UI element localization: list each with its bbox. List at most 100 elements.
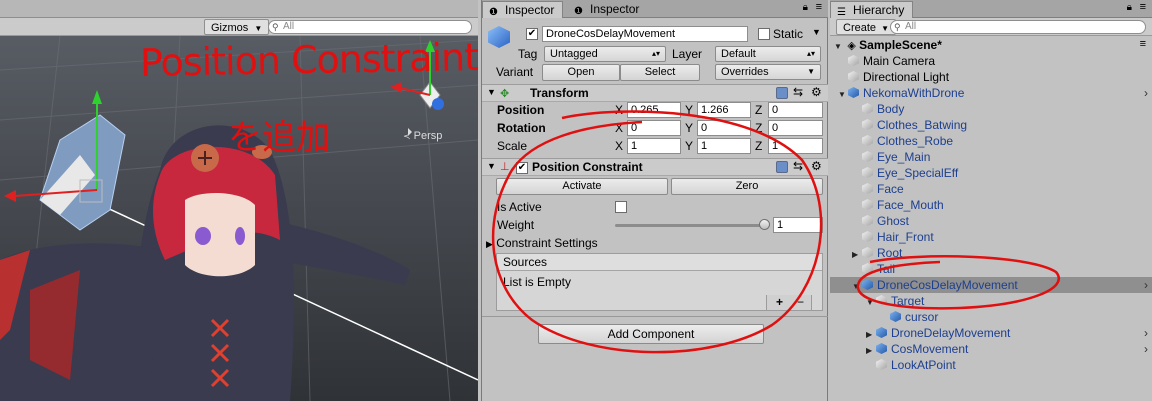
- scene-name: SampleScene*: [859, 38, 942, 52]
- constraint-settings-foldout[interactable]: ▶ Constraint Settings: [486, 235, 598, 252]
- transform-scale-z[interactable]: 1: [768, 138, 823, 154]
- overrides-dropdown[interactable]: Overrides ▼: [715, 64, 821, 80]
- prefab-open-button[interactable]: Open: [542, 64, 620, 81]
- transform-rotation-y[interactable]: 0: [697, 120, 751, 136]
- scene-toolbar: Gizmos ▼ ⚲ All: [0, 18, 478, 36]
- hierarchy-item-label: cursor: [905, 310, 939, 324]
- axis-z-label: Z: [755, 121, 763, 135]
- prefab-select-button[interactable]: Select: [620, 64, 700, 81]
- hierarchy-item[interactable]: Tail: [830, 261, 1152, 277]
- hierarchy-item[interactable]: ▼ DroneCosDelayMovement ›: [830, 277, 1152, 293]
- axis-y-label: Y: [685, 139, 694, 153]
- tab-inspector-second[interactable]: ❶ Inspector: [568, 1, 647, 18]
- persp-label[interactable]: ≺ Persp: [403, 130, 442, 142]
- preset-icon[interactable]: ⇆: [793, 159, 803, 173]
- add-element-button[interactable]: +: [776, 295, 783, 309]
- lock-icon[interactable]: 🔒︎: [1127, 2, 1132, 13]
- hierarchy-item[interactable]: Clothes_Batwing: [830, 117, 1152, 133]
- transform-scale-x[interactable]: 1: [627, 138, 681, 154]
- scene-search-placeholder: All: [283, 21, 295, 32]
- transform-position-z[interactable]: 0: [768, 102, 823, 118]
- menu-icon[interactable]: ≡: [1140, 1, 1146, 13]
- open-prefab-chevron-icon[interactable]: ›: [1144, 341, 1148, 357]
- hierarchy-item[interactable]: Body: [830, 101, 1152, 117]
- static-dropdown-arrow-icon[interactable]: ▼: [812, 27, 821, 37]
- layer-dropdown[interactable]: Default ▴▾: [715, 46, 821, 62]
- hierarchy-item[interactable]: Main Camera: [830, 53, 1152, 69]
- hierarchy-item[interactable]: Directional Light: [830, 69, 1152, 85]
- fold-open-icon[interactable]: ▼: [487, 87, 496, 97]
- hierarchy-item[interactable]: Face_Mouth: [830, 197, 1152, 213]
- help-icon[interactable]: [776, 161, 788, 173]
- weight-slider-track[interactable]: [615, 224, 765, 227]
- preset-icon[interactable]: ⇆: [793, 85, 803, 99]
- object-active-checkbox[interactable]: ✔: [526, 28, 538, 40]
- gameobject-cube-icon: [862, 135, 873, 146]
- hierarchy-item[interactable]: ▶ CosMovement ›: [830, 341, 1152, 357]
- hierarchy-item[interactable]: Eye_SpecialEff: [830, 165, 1152, 181]
- object-name-field[interactable]: DroneCosDelayMovement: [542, 26, 748, 42]
- inspector-panel: ❶ Inspector ❶ Inspector 🔒︎ ≡ ✔ DroneCosD…: [481, 0, 828, 401]
- transform-rotation-z[interactable]: 0: [768, 120, 823, 136]
- weight-value-field[interactable]: 1: [773, 217, 823, 233]
- open-prefab-chevron-icon[interactable]: ›: [1144, 325, 1148, 341]
- hierarchy-item[interactable]: LookAtPoint: [830, 357, 1152, 373]
- fold-open-icon[interactable]: ▼: [487, 161, 496, 171]
- hierarchy-item-label: Eye_Main: [877, 150, 931, 164]
- scene-view[interactable]: Gizmos ▼ ⚲ All ≺ Persp Position Constrai…: [0, 0, 478, 401]
- transform-rotation-x[interactable]: 0: [627, 120, 681, 136]
- hierarchy-item-label: NekomaWithDrone: [863, 86, 965, 100]
- menu-icon[interactable]: ≡: [816, 1, 822, 13]
- is-active-checkbox[interactable]: [615, 201, 627, 213]
- hierarchy-search-input[interactable]: ⚲ All: [890, 20, 1146, 34]
- gear-icon[interactable]: ⚙: [811, 159, 822, 173]
- lock-icon[interactable]: 🔒︎: [803, 2, 808, 13]
- tab-inspector-active[interactable]: ❶ Inspector: [482, 1, 564, 18]
- gizmos-dropdown[interactable]: Gizmos ▼: [204, 19, 270, 35]
- position-constraint-header[interactable]: ▼ ⊥ ✔ Position Constraint ⇆ ⚙: [482, 158, 828, 176]
- constraint-title: Position Constraint: [532, 160, 643, 174]
- create-dropdown[interactable]: Create ▼: [836, 19, 897, 35]
- hierarchy-item[interactable]: cursor: [830, 309, 1152, 325]
- tag-dropdown[interactable]: Untagged ▴▾: [544, 46, 666, 62]
- hierarchy-item[interactable]: Face: [830, 181, 1152, 197]
- scene-menu-icon[interactable]: ≡: [1140, 38, 1146, 50]
- hierarchy-item-label: LookAtPoint: [891, 358, 956, 372]
- prefab-cube-icon: [876, 327, 887, 338]
- list-add-remove: + −: [766, 295, 812, 311]
- activate-button[interactable]: Activate: [496, 178, 668, 195]
- zero-button[interactable]: Zero: [671, 178, 823, 195]
- scene-search-input[interactable]: ⚲ All: [268, 20, 472, 34]
- transform-scale-y[interactable]: 1: [697, 138, 751, 154]
- hierarchy-panel: ☰ Hierarchy 🔒︎ ≡ Create ▼ ⚲ All ▼ ◈ Samp…: [830, 0, 1152, 401]
- transform-position-y[interactable]: 1.266: [697, 102, 751, 118]
- gear-icon[interactable]: ⚙: [811, 85, 822, 99]
- prefab-cube-icon: [876, 343, 887, 354]
- constraint-enabled-checkbox[interactable]: ✔: [516, 162, 528, 174]
- hierarchy-item[interactable]: Eye_Main: [830, 149, 1152, 165]
- hierarchy-tabbar: ☰ Hierarchy 🔒︎ ≡: [830, 0, 1152, 18]
- hierarchy-item[interactable]: Hair_Front: [830, 229, 1152, 245]
- open-prefab-chevron-icon[interactable]: ›: [1144, 85, 1148, 101]
- add-component-button[interactable]: Add Component: [538, 324, 764, 344]
- hierarchy-item[interactable]: ▶ Root: [830, 245, 1152, 261]
- static-label: Static: [773, 27, 804, 41]
- axis-y-label: Y: [685, 121, 694, 135]
- hierarchy-item[interactable]: Ghost: [830, 213, 1152, 229]
- hierarchy-item[interactable]: Clothes_Robe: [830, 133, 1152, 149]
- remove-element-button[interactable]: −: [797, 295, 804, 309]
- transform-position-x[interactable]: 0.265: [627, 102, 681, 118]
- weight-slider-thumb[interactable]: [759, 219, 770, 230]
- prefab-cube-icon: [890, 311, 901, 322]
- transform-header[interactable]: ▼ ✥ Transform ⇆ ⚙: [482, 84, 828, 102]
- hierarchy-item[interactable]: ▼ Target: [830, 293, 1152, 309]
- gameobject-cube-icon: [862, 199, 873, 210]
- static-checkbox[interactable]: [758, 28, 770, 40]
- axis-z-label: Z: [755, 103, 763, 117]
- help-icon[interactable]: [776, 87, 788, 99]
- tab-hierarchy[interactable]: ☰ Hierarchy: [830, 1, 914, 18]
- hierarchy-item[interactable]: ▶ DroneDelayMovement ›: [830, 325, 1152, 341]
- scene-root-row[interactable]: ▼ ◈ SampleScene*: [830, 37, 1152, 53]
- hierarchy-item[interactable]: ▼ NekomaWithDrone ›: [830, 85, 1152, 101]
- open-prefab-chevron-icon[interactable]: ›: [1144, 277, 1148, 293]
